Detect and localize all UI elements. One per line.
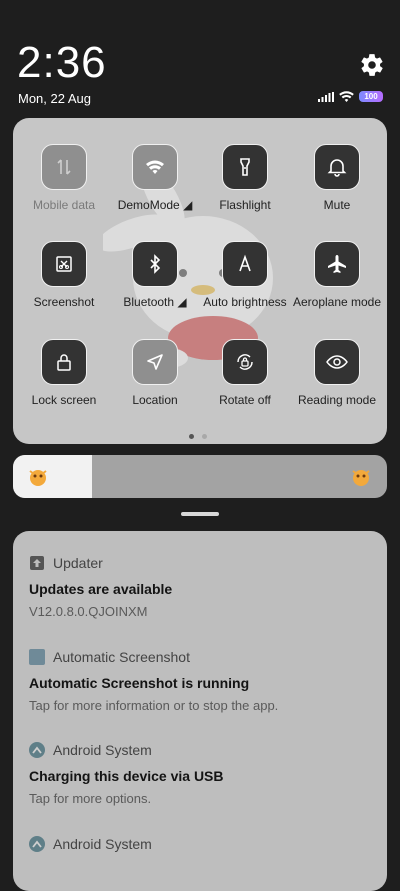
quick-tile-button[interactable] xyxy=(314,144,360,190)
quick-tile-button[interactable] xyxy=(222,144,268,190)
quick-tile-button[interactable] xyxy=(314,241,360,287)
notification-app-name: Automatic Screenshot xyxy=(53,649,190,665)
quick-tile-label: Aeroplane mode xyxy=(292,295,382,309)
bell-icon xyxy=(327,159,347,177)
screenshot-icon xyxy=(56,256,72,272)
notification-android-system[interactable]: Android System xyxy=(29,836,152,852)
quick-tile-button[interactable] xyxy=(132,339,178,385)
brightness-high-icon xyxy=(352,470,370,486)
notification-title: Automatic Screenshot is running xyxy=(29,675,250,691)
clock-time[interactable]: 2:36 xyxy=(17,38,107,88)
battery-level: 100 xyxy=(364,92,378,101)
updater-icon xyxy=(30,556,44,570)
bluetooth-icon xyxy=(150,254,161,274)
notification-body: V12.0.8.0.QJOINXM xyxy=(29,604,148,619)
quick-tile-label: Mute xyxy=(323,198,351,212)
notification-updater[interactable]: Updater Updates are available V12.0.8.0.… xyxy=(29,555,172,619)
quick-tile-button[interactable] xyxy=(41,241,87,287)
auto-brightness-icon xyxy=(239,254,251,272)
notification-android-system-usb[interactable]: Android System Charging this device via … xyxy=(29,742,224,806)
clock-date[interactable]: Mon, 22 Aug xyxy=(18,91,91,106)
notification-app-name: Android System xyxy=(53,836,152,852)
drag-handle[interactable] xyxy=(181,512,219,516)
notification-automatic-screenshot[interactable]: Automatic Screenshot Automatic Screensho… xyxy=(29,649,278,713)
brightness-slider[interactable] xyxy=(13,455,387,498)
brightness-fill xyxy=(13,455,92,498)
quick-tile-reading-mode[interactable]: Reading mode xyxy=(277,339,387,407)
battery-icon: 100 xyxy=(359,91,383,102)
settings-gear-icon[interactable] xyxy=(359,52,385,78)
signal-icon xyxy=(318,91,334,102)
quick-tile-button[interactable] xyxy=(41,144,87,190)
quick-tile-button[interactable] xyxy=(41,339,87,385)
wifi-status-icon xyxy=(339,91,354,102)
notification-app-name: Updater xyxy=(53,555,103,571)
lock-icon xyxy=(57,354,71,371)
screenshot-app-icon xyxy=(29,649,45,665)
notification-title: Charging this device via USB xyxy=(29,768,224,784)
quick-tile-button[interactable] xyxy=(222,241,268,287)
location-icon xyxy=(147,354,163,370)
mobile-data-icon xyxy=(57,159,71,175)
notification-title: Updates are available xyxy=(29,581,173,597)
wifi-icon xyxy=(146,160,164,174)
quick-tile-button[interactable] xyxy=(132,241,178,287)
quick-tile-aeroplane-mode[interactable]: Aeroplane mode xyxy=(277,241,387,309)
aeroplane-icon xyxy=(328,255,346,273)
android-system-icon xyxy=(29,742,45,758)
status-icons: 100 xyxy=(318,91,383,102)
page-indicator xyxy=(189,434,207,439)
brightness-low-icon xyxy=(29,470,47,486)
quick-tile-mute[interactable]: Mute xyxy=(277,144,387,212)
rotate-icon xyxy=(237,354,253,370)
android-system-icon xyxy=(29,836,45,852)
quick-settings-panel: Mobile data DemoMode ◢ Flashlight Mute Scree… xyxy=(13,118,387,444)
eye-icon xyxy=(326,355,348,369)
quick-tile-label: Reading mode xyxy=(297,393,377,407)
notification-app-name: Android System xyxy=(53,742,152,758)
page-dot[interactable] xyxy=(202,434,207,439)
notification-body: Tap for more information or to stop the … xyxy=(29,698,279,713)
notification-list: Updater Updates are available V12.0.8.0.… xyxy=(13,531,387,891)
notification-body: Tap for more options. xyxy=(29,791,152,806)
quick-tile-button[interactable] xyxy=(132,144,178,190)
quick-tile-button[interactable] xyxy=(314,339,360,385)
quick-tile-button[interactable] xyxy=(222,339,268,385)
page-dot-active[interactable] xyxy=(189,434,194,439)
flashlight-icon xyxy=(240,158,250,176)
